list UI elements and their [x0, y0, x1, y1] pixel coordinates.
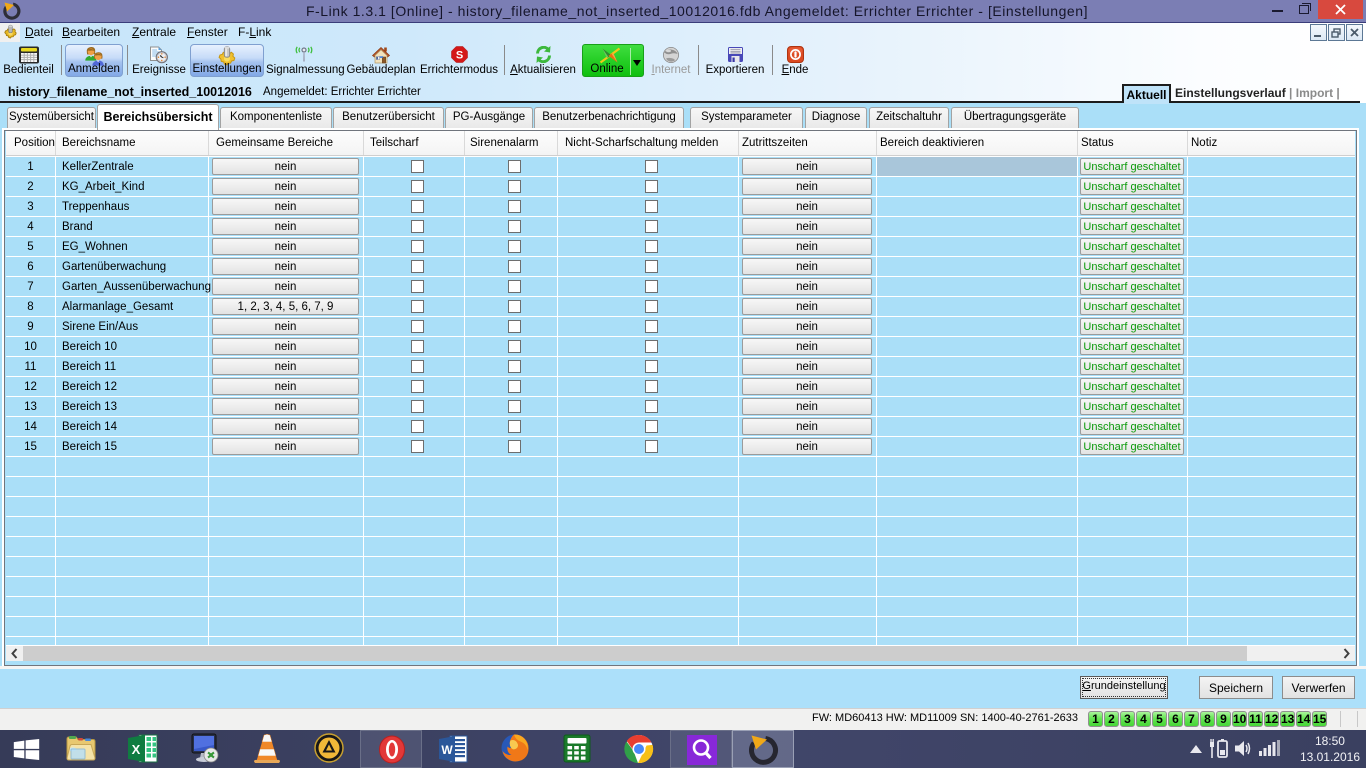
svg-text:W: W: [441, 743, 453, 757]
svg-text:S: S: [456, 50, 463, 62]
svg-text:X: X: [132, 742, 141, 757]
